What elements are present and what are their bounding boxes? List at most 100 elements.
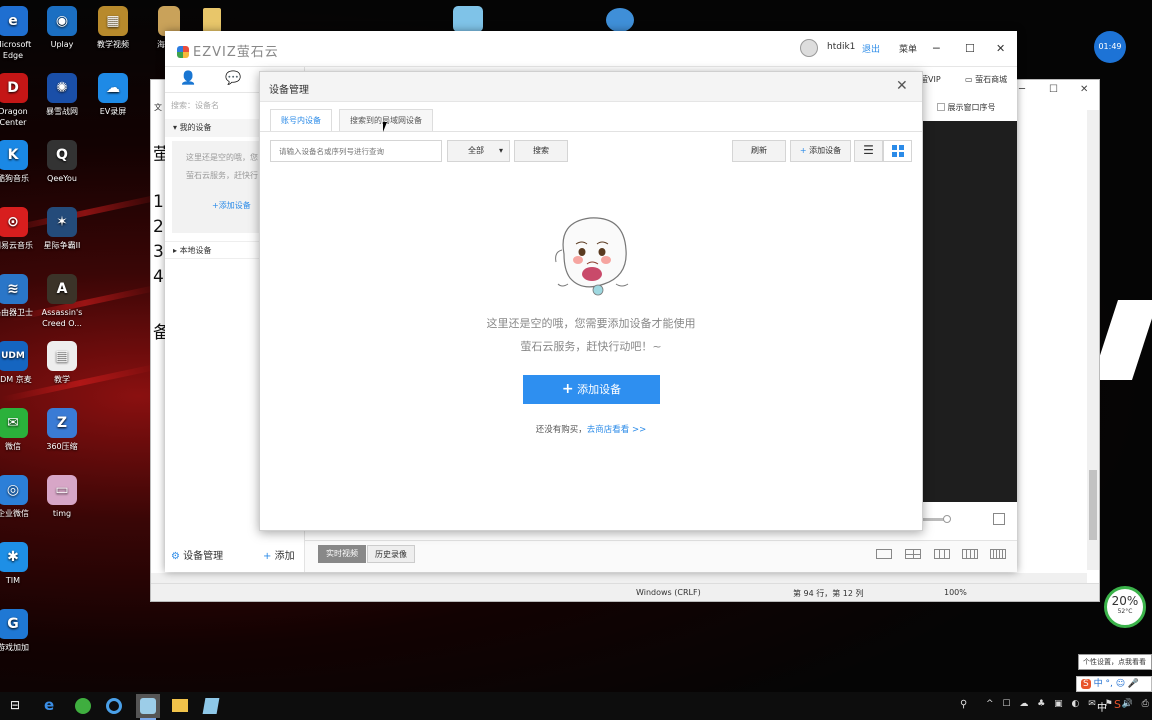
scrollbar-thumb[interactable] [1089,470,1097,540]
show-window-number-checkbox[interactable]: 展示窗口序号 [937,102,996,113]
notepad-taskbar-icon[interactable] [202,698,220,714]
app-icon: Q [47,140,77,170]
desktop-icon-label: 星际争霸II [43,241,81,250]
user-icon[interactable]: 👤 [180,71,196,86]
logout-link[interactable]: 退出 [862,42,880,55]
desktop-icon[interactable]: ◉ Uplay [33,6,91,50]
layout-1-icon[interactable] [876,549,892,559]
ezviz-taskbar-icon[interactable] [136,694,160,718]
desktop-icon[interactable]: ✶ 星际争霸II [33,207,91,251]
refresh-button[interactable]: 刷新 [732,140,786,162]
primary-add-device-button[interactable]: + 添加设备 [523,375,660,404]
app-icon: G [0,609,28,639]
desktop-icon-label: 网易云音乐 [0,241,33,250]
slider-knob[interactable] [943,515,951,523]
grid-icon [891,145,904,157]
app-icon: ✱ [0,542,28,572]
ime-lang: 中 [1093,679,1103,689]
ime-toolbar[interactable]: S 中 °, ☺ 🎤 [1076,676,1152,692]
username: htdik1 [827,42,856,52]
edge-taskbar-icon[interactable]: e [44,696,54,714]
desktop-icon-label: 游戏加加 [0,643,29,652]
bottom-bar: 实时视频 历史录像 [305,540,1017,572]
desktop-icon[interactable]: ▦ 教学视频 [84,6,142,50]
list-view-button[interactable]: ☰ [854,140,883,162]
desktop-icon-label: Microsoft Edge [0,40,32,60]
file-explorer-icon[interactable] [172,699,188,712]
browser-360-icon[interactable] [75,698,91,714]
desktop-icon[interactable]: A Assassin's Creed O... [33,274,91,329]
desktop-icon[interactable]: ✺ 暴雪战网 [33,73,91,117]
status-encoding: Windows (CRLF) [636,588,701,597]
sogou-tray-icon[interactable]: S [1114,698,1121,711]
minimize-icon[interactable]: ─ [1019,84,1025,95]
desktop-icon[interactable]: G 游戏加加 [0,609,42,653]
gauge-percent: 20% [1111,594,1139,608]
grid-view-button[interactable] [883,140,912,162]
desktop-icon-label: 教学 [54,375,70,384]
folder-icon[interactable] [203,8,221,32]
dialog-close-icon[interactable]: ✕ [896,78,908,94]
vip-link[interactable]: 萤VIP [920,74,941,85]
desktop-icon-label: TIM [5,576,21,585]
layout-4-icon[interactable] [905,549,921,559]
history-video-tab[interactable]: 历史录像 [367,545,415,563]
tray-icons[interactable]: ^ ☐ ☁ ♣ ▣ ◐ ✉ ⚑ 🔊 ⎙ [986,699,1152,709]
tray-lang[interactable]: 中 [1097,699,1107,714]
desktop-icon[interactable]: Q QeeYou [33,140,91,184]
desktop-icon-label: 360压缩 [46,442,78,451]
video-pane[interactable] [923,121,1017,502]
layout-9-icon[interactable] [990,549,1006,559]
search-button[interactable]: 搜索 [514,140,568,162]
tab-account-devices[interactable]: 账号内设备 [270,109,332,131]
horizontal-scrollbar[interactable] [151,573,1087,583]
globe-icon[interactable] [606,8,634,32]
wallpaper-logo-shape [1092,300,1152,380]
layout-6-icon[interactable] [934,549,950,559]
desktop-icon[interactable]: ▤ 教学 [33,341,91,385]
close-icon[interactable]: ✕ [996,42,1005,55]
minimize-icon[interactable]: ─ [933,42,940,55]
device-search-input[interactable] [270,140,442,162]
desktop-icon-label: Dragon Center [0,107,28,127]
filter-select[interactable]: 全部 ▾ [447,140,510,162]
app-icon-top[interactable] [453,6,483,32]
maximize-icon[interactable]: ☐ [965,42,975,55]
device-search-input[interactable]: 搜索：设备名 [171,100,219,111]
notepad-text-line: 2 [153,217,164,237]
desktop-icon[interactable]: ▭ timg [33,475,91,519]
shop-link[interactable]: 去商店看看 >> [587,425,646,435]
add-device-button[interactable]: + 添加设备 [790,140,851,162]
menu-button[interactable]: 菜单 [899,42,917,55]
vertical-scrollbar[interactable] [1087,110,1099,570]
desktop-icon[interactable]: ✱ TIM [0,542,42,586]
tab-underline [260,131,922,132]
chat-icon[interactable]: 💬 [225,71,241,86]
close-icon[interactable]: ✕ [1080,84,1088,95]
avatar[interactable] [800,39,818,57]
shop-icon: ▭ [965,75,973,84]
clock-badge[interactable]: 01:49 [1094,31,1126,63]
task-view-icon[interactable]: ⊟ [10,698,20,712]
empty-message-line-2: 萤石云服务，赶快行动吧！~ [520,340,662,353]
people-icon[interactable]: ⚲ [960,699,967,710]
desktop-icon[interactable]: Z 360压缩 [33,408,91,452]
add-button[interactable]: + 添加 [263,547,295,562]
cpu-gauge[interactable]: 20% 52°C [1104,586,1146,628]
status-zoom: 100% [944,588,967,597]
app-icon: ◉ [47,6,77,36]
desktop-icon-label: 暴雪战网 [46,107,78,116]
desktop-icon[interactable]: ☁ EV录屏 [84,73,142,117]
layout-8-icon[interactable] [962,549,978,559]
desktop-icon-label: 教学视频 [97,40,129,49]
device-manage-button[interactable]: ⚙ 设备管理 [171,547,223,562]
fullscreen-icon[interactable] [993,513,1005,525]
live-video-tab[interactable]: 实时视频 [318,545,366,563]
desktop-icon-label: Assassin's Creed O... [41,308,83,328]
mall-link[interactable]: ▭ 萤石商城 [965,74,1007,85]
volume-slider[interactable] [923,515,951,523]
search-app-icon[interactable] [106,698,122,714]
desktop-icon-label: timg [52,509,72,518]
maximize-icon[interactable]: ☐ [1049,84,1058,95]
desktop-icon-label: 酷狗音乐 [0,174,29,183]
